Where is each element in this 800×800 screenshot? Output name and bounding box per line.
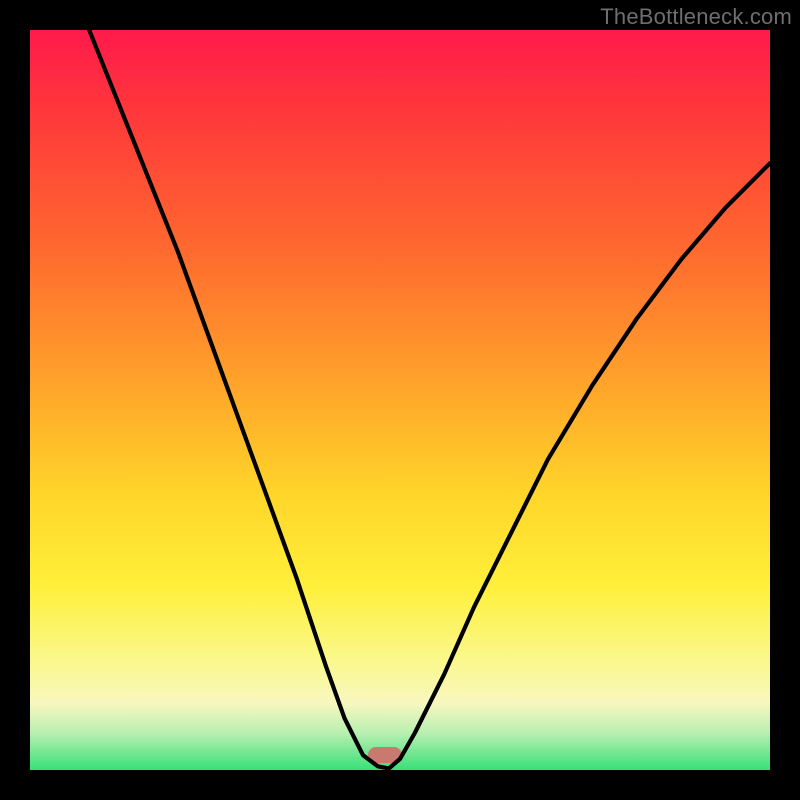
chart-frame: TheBottleneck.com — [0, 0, 800, 800]
bottleneck-curve — [30, 30, 770, 770]
optimal-marker — [368, 747, 402, 763]
watermark-text: TheBottleneck.com — [600, 4, 792, 30]
plot-area — [30, 30, 770, 770]
